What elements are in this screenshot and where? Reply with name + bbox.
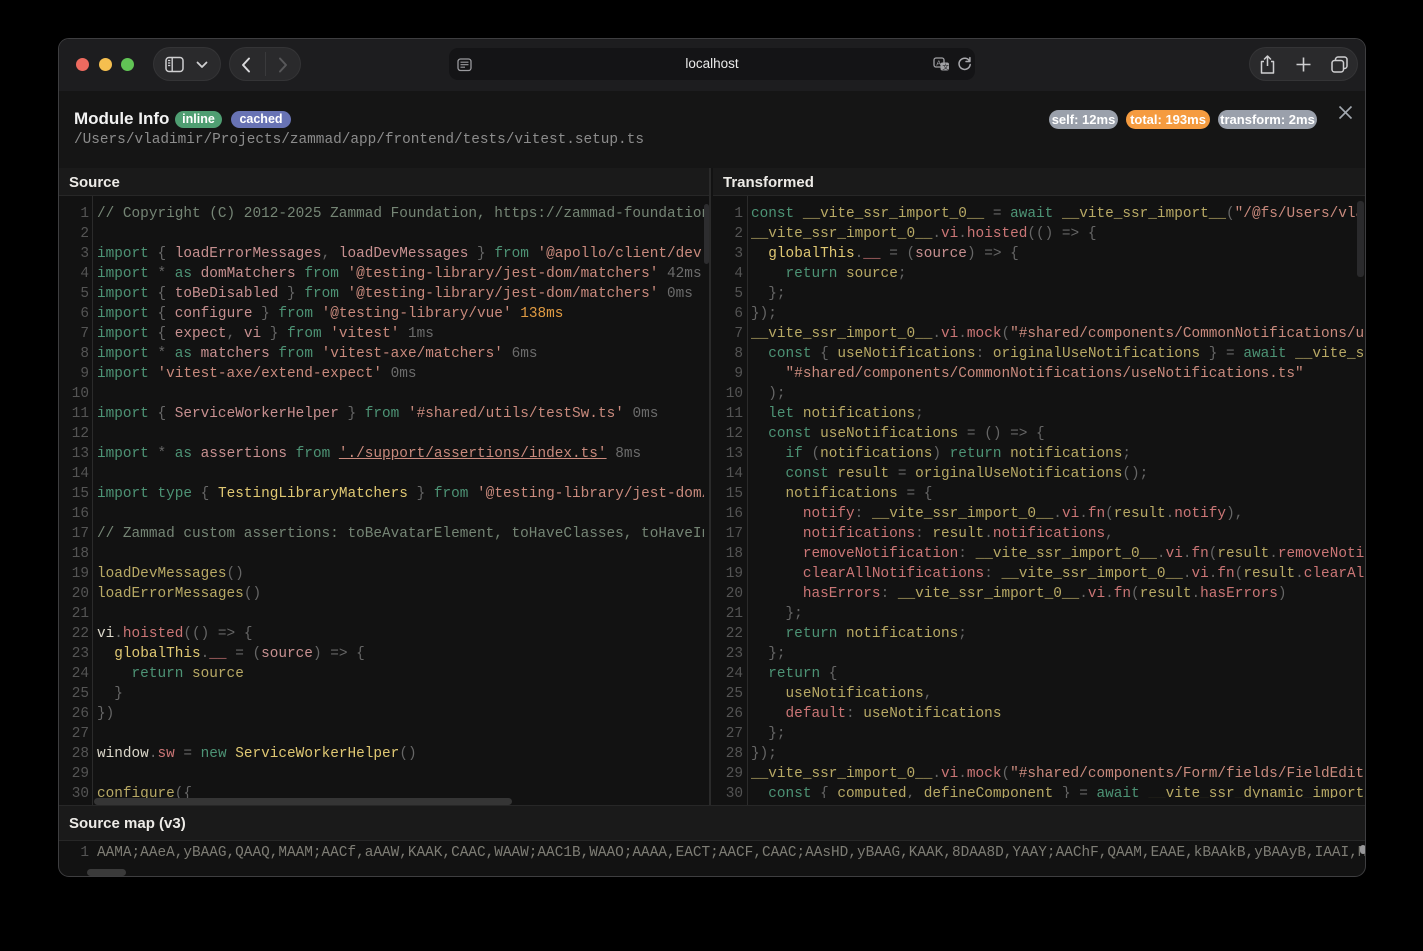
svg-text:A: A [936,58,941,67]
svg-text:文: 文 [942,62,949,71]
